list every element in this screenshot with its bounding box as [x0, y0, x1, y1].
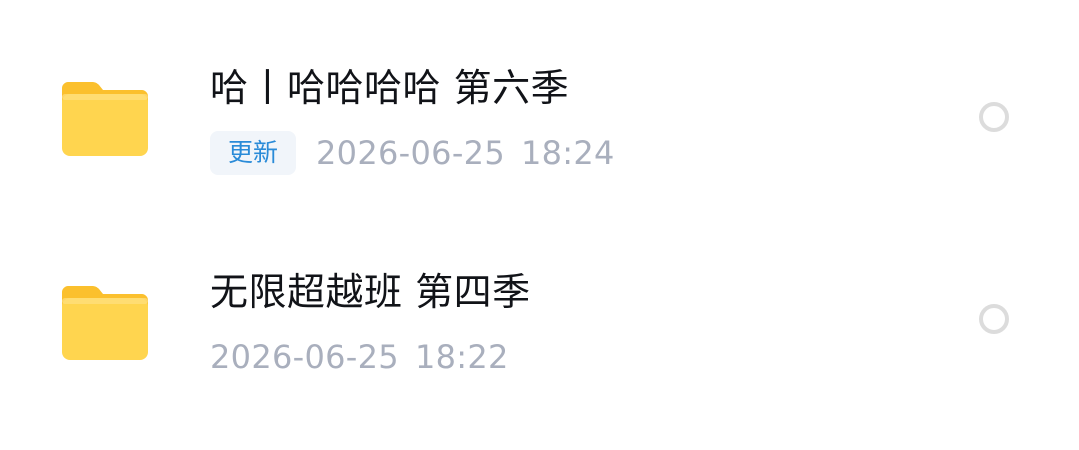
folder-icon — [62, 78, 148, 156]
select-radio[interactable] — [979, 304, 1009, 334]
file-name: 哈丨哈哈哈哈 第六季 — [210, 66, 570, 110]
file-date: 2026-06-25 — [210, 338, 399, 376]
file-time: 18:22 — [414, 338, 509, 376]
file-modified-datetime: 2026-06-25 18:22 — [210, 335, 509, 379]
file-list: 哈丨哈哈哈哈 第六季 更新 2026-06-25 18:24 无限超越班 第四季 … — [0, 0, 1079, 450]
file-meta: 2026-06-25 18:22 — [210, 334, 509, 380]
select-radio[interactable] — [979, 102, 1009, 132]
file-date: 2026-06-25 — [316, 134, 505, 172]
file-row[interactable]: 无限超越班 第四季 2026-06-25 18:22 — [0, 230, 1079, 410]
file-row[interactable]: 哈丨哈哈哈哈 第六季 更新 2026-06-25 18:24 — [0, 26, 1079, 206]
update-badge: 更新 — [210, 131, 297, 175]
folder-icon — [62, 282, 148, 360]
file-time: 18:24 — [520, 134, 615, 172]
file-meta: 更新 2026-06-25 18:24 — [210, 130, 615, 176]
file-modified-datetime: 2026-06-25 18:24 — [316, 131, 615, 175]
file-name: 无限超越班 第四季 — [210, 270, 531, 314]
